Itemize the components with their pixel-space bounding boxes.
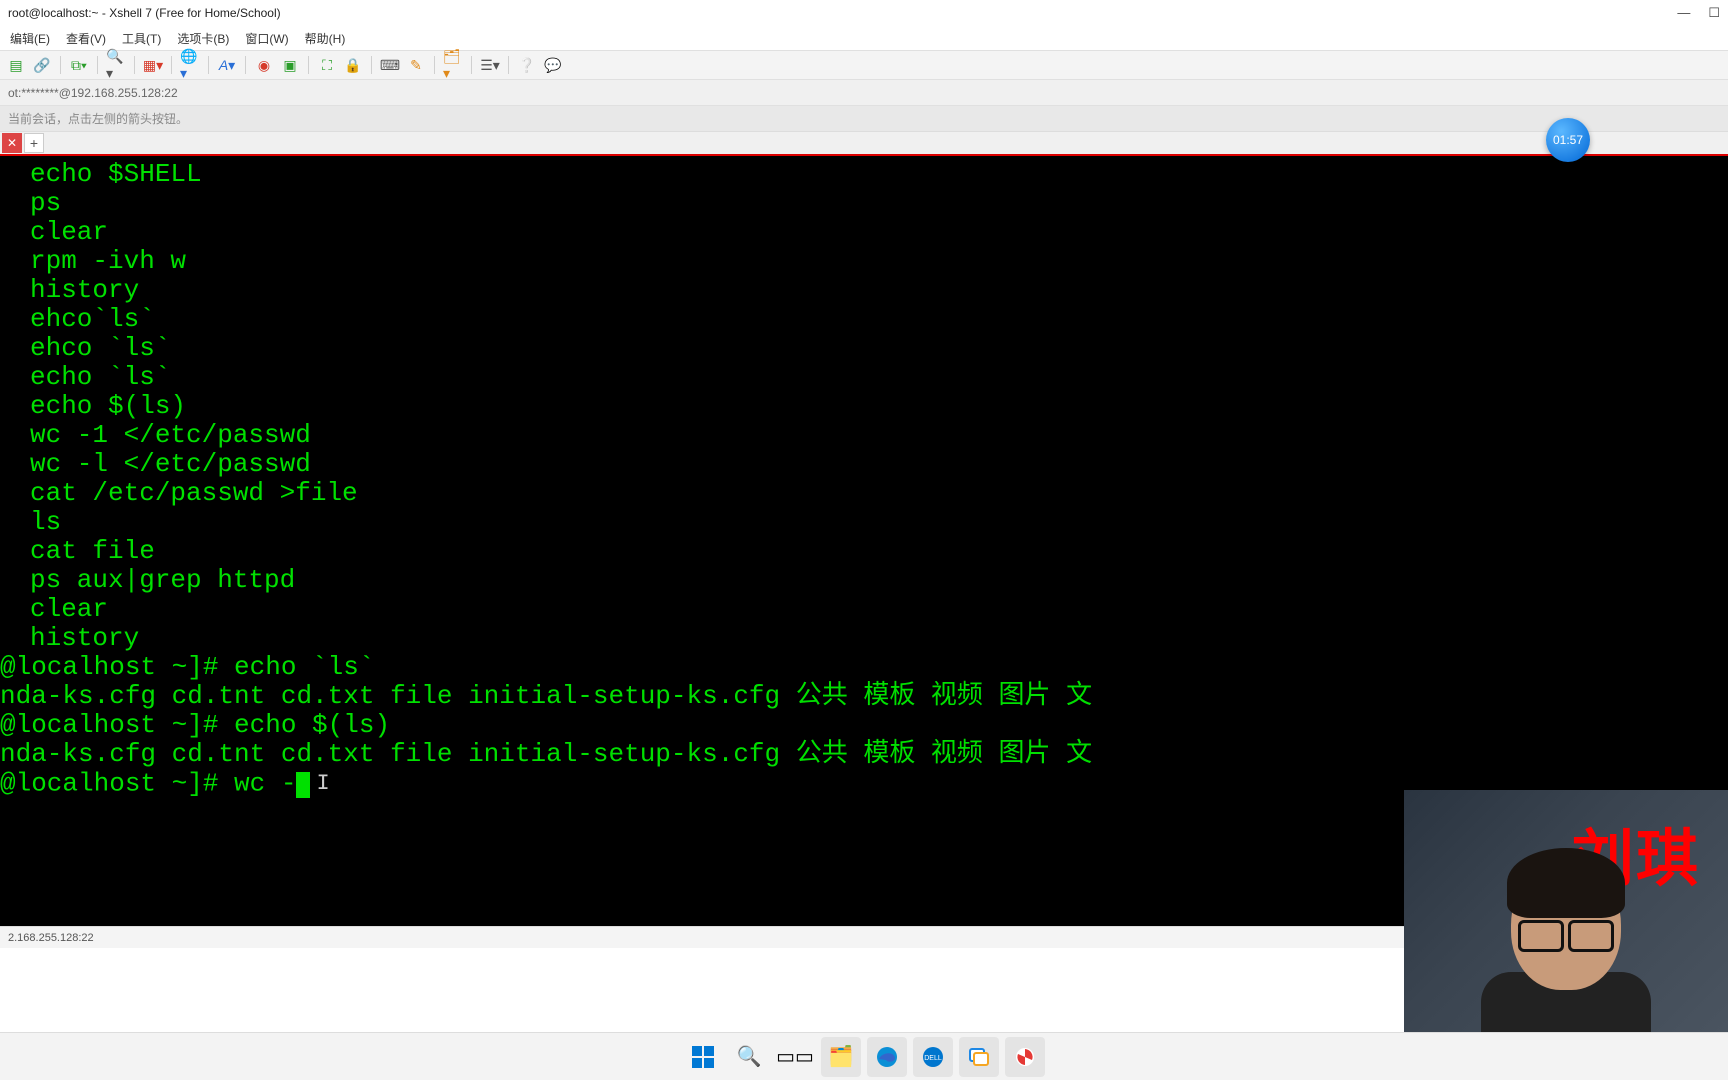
search-button[interactable]: 🔍: [729, 1037, 769, 1077]
timer-badge: 01:57: [1546, 118, 1590, 162]
separator: [471, 56, 472, 74]
chat-icon[interactable]: 💬: [543, 55, 563, 75]
menu-tools[interactable]: 工具(T): [116, 28, 167, 49]
minimize-button[interactable]: —: [1677, 5, 1690, 21]
keyboard-icon[interactable]: ⌨: [380, 55, 400, 75]
history-line: echo `ls`: [0, 363, 1728, 392]
presenter-figure: [1476, 842, 1656, 1032]
history-line: clear: [0, 595, 1728, 624]
properties-icon[interactable]: ▦▾: [143, 55, 163, 75]
status-address: 2.168.255.128:22: [8, 932, 94, 944]
list-icon[interactable]: ☰▾: [480, 55, 500, 75]
menu-view[interactable]: 查看(V): [60, 28, 112, 49]
current-command: wc -: [234, 768, 296, 798]
prompt-prefix: @localhost ~]#: [0, 768, 234, 798]
task-view-button[interactable]: ▭▭: [775, 1037, 815, 1077]
webcam-overlay: 刘琪: [1404, 790, 1728, 1032]
separator: [308, 56, 309, 74]
toolbar: ▤ 🔗 ⧉▾ 🔍▾ ▦▾ 🌐▾ A▾ ◉ ▣ ⛶ 🔒 ⌨ ✎ 🗂▾ ☰▾ ❔ 💬: [0, 50, 1728, 80]
fullscreen-icon[interactable]: ⛶: [317, 55, 337, 75]
hint-text: 当前会话，点击左侧的箭头按钮。: [8, 110, 188, 127]
history-line: rpm -ivh w: [0, 247, 1728, 276]
separator: [371, 56, 372, 74]
separator: [434, 56, 435, 74]
address-bar[interactable]: ot:********@192.168.255.128:22: [0, 80, 1728, 106]
menu-bar: 编辑(E) 查看(V) 工具(T) 选项卡(B) 窗口(W) 帮助(H): [0, 26, 1728, 50]
history-line: wc -l </etc/passwd: [0, 450, 1728, 479]
dell-app-button[interactable]: DELL: [913, 1037, 953, 1077]
history-line: cat file: [0, 537, 1728, 566]
history-line: ehco`ls`: [0, 305, 1728, 334]
tab-add-button[interactable]: +: [24, 133, 44, 153]
edge-button[interactable]: [867, 1037, 907, 1077]
file-explorer-button[interactable]: 🗂️: [821, 1037, 861, 1077]
menu-edit[interactable]: 编辑(E): [4, 28, 56, 49]
history-line: ehco `ls`: [0, 334, 1728, 363]
cursor: [296, 772, 310, 798]
separator: [97, 56, 98, 74]
prompt-line: @localhost ~]# echo $(ls): [0, 711, 1728, 740]
tab-close-button[interactable]: ✕: [2, 133, 22, 153]
folder-icon[interactable]: 🗂▾: [443, 55, 463, 75]
output-line: nda-ks.cfg cd.tnt cd.txt file initial-se…: [0, 740, 1728, 769]
timer-value: 01:57: [1553, 133, 1583, 147]
record-stop-icon[interactable]: ◉: [254, 55, 274, 75]
help-icon[interactable]: ❔: [517, 55, 537, 75]
text-caret: I: [316, 771, 329, 796]
highlight-icon[interactable]: ✎: [406, 55, 426, 75]
history-line: ls: [0, 508, 1728, 537]
taskbar: 🔍 ▭▭ 🗂️ DELL: [0, 1032, 1728, 1080]
history-line: echo $(ls): [0, 392, 1728, 421]
vmware-button[interactable]: [959, 1037, 999, 1077]
separator: [171, 56, 172, 74]
start-button[interactable]: [683, 1037, 723, 1077]
menu-help[interactable]: 帮助(H): [299, 28, 352, 49]
open-icon[interactable]: 🔗: [32, 55, 52, 75]
svg-text:DELL: DELL: [924, 1055, 942, 1062]
maximize-button[interactable]: ☐: [1708, 5, 1720, 21]
search-icon[interactable]: 🔍▾: [106, 55, 126, 75]
output-line: nda-ks.cfg cd.tnt cd.txt file initial-se…: [0, 682, 1728, 711]
separator: [245, 56, 246, 74]
font-icon[interactable]: A▾: [217, 55, 237, 75]
menu-tabs[interactable]: 选项卡(B): [171, 28, 235, 49]
history-line: history: [0, 624, 1728, 653]
prompt-line: @localhost ~]# echo `ls`: [0, 653, 1728, 682]
history-line: clear: [0, 218, 1728, 247]
history-line: ps aux|grep httpd: [0, 566, 1728, 595]
record-icon[interactable]: ▣: [280, 55, 300, 75]
separator: [60, 56, 61, 74]
title-bar: root@localhost:~ - Xshell 7 (Free for Ho…: [0, 0, 1728, 26]
session-address: ot:********@192.168.255.128:22: [8, 86, 178, 100]
window-title: root@localhost:~ - Xshell 7 (Free for Ho…: [8, 6, 281, 20]
new-session-icon[interactable]: ▤: [6, 55, 26, 75]
separator: [208, 56, 209, 74]
xshell-button[interactable]: [1005, 1037, 1045, 1077]
history-line: cat /etc/passwd >file: [0, 479, 1728, 508]
hint-bar: 当前会话，点击左侧的箭头按钮。: [0, 106, 1728, 132]
separator: [134, 56, 135, 74]
history-line: echo $SHELL: [0, 160, 1728, 189]
separator: [508, 56, 509, 74]
menu-window[interactable]: 窗口(W): [239, 28, 294, 49]
globe-icon[interactable]: 🌐▾: [180, 55, 200, 75]
copy-icon[interactable]: ⧉▾: [69, 55, 89, 75]
history-line: history: [0, 276, 1728, 305]
history-line: wc -1 </etc/passwd: [0, 421, 1728, 450]
tab-bar: ✕ +: [0, 132, 1728, 156]
lock-icon[interactable]: 🔒: [343, 55, 363, 75]
history-line: ps: [0, 189, 1728, 218]
